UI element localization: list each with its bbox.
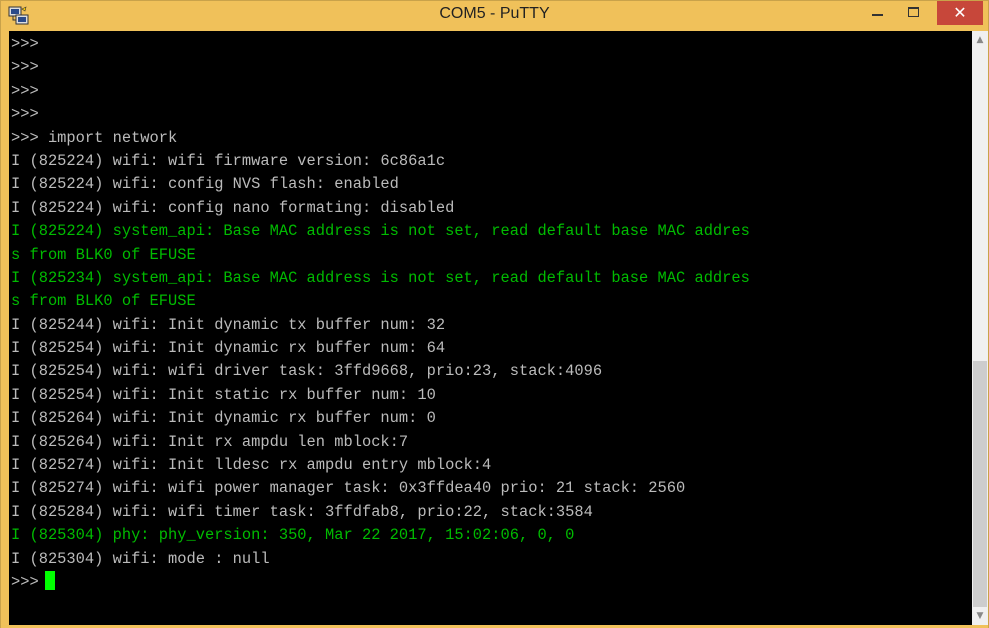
terminal-line: I (825284) wifi: wifi timer task: 3ffdfa…	[11, 502, 593, 521]
terminal-line: >>>	[11, 105, 39, 124]
terminal-line: I (825224) wifi: wifi firmware version: …	[11, 151, 446, 170]
putty-window: COM5 - PuTTY ✕ >>> >>> >>> >>> >>> import ne…	[0, 0, 989, 628]
terminal-prompt-line[interactable]: >>>	[11, 570, 750, 594]
close-icon: ✕	[953, 3, 967, 22]
putty-icon[interactable]	[8, 6, 30, 26]
terminal-lines: >>> >>> >>> >>> >>> import network I (825224)…	[11, 33, 750, 594]
minimize-button[interactable]	[863, 1, 893, 25]
terminal-line: I (825274) wifi: Init lldesc rx ampdu en…	[11, 456, 492, 475]
terminal-line: >>>	[11, 81, 39, 100]
terminal-line: I (825254) wifi: wifi driver task: 3ffd9…	[11, 362, 603, 381]
title-bar[interactable]: COM5 - PuTTY ✕	[1, 1, 988, 31]
maximize-button[interactable]	[897, 1, 933, 25]
terminal-line: I (825244) wifi: Init dynamic tx buffer …	[11, 315, 446, 334]
terminal-line: I (825304) wifi: mode : null	[11, 549, 270, 568]
terminal-line: >>>	[11, 58, 39, 77]
terminal-line: s from BLK0 of EFUSE	[11, 245, 196, 264]
prompt: >>>	[11, 572, 39, 591]
window-title: COM5 - PuTTY	[439, 5, 550, 22]
close-button[interactable]: ✕	[937, 1, 983, 25]
terminal-line: I (825254) wifi: Init static rx buffer n…	[11, 385, 436, 404]
text-cursor	[44, 570, 55, 590]
terminal-line: I (825254) wifi: Init dynamic rx buffer …	[11, 339, 446, 358]
terminal-output[interactable]: >>> >>> >>> >>> >>> import network I (825224)…	[9, 31, 972, 625]
window-border-left	[1, 31, 9, 627]
terminal-line: I (825264) wifi: Init dynamic rx buffer …	[11, 409, 436, 428]
vertical-scrollbar[interactable]: ▲ ▼	[972, 31, 988, 625]
scroll-up-icon[interactable]: ▲	[972, 31, 988, 49]
terminal-line: s from BLK0 of EFUSE	[11, 292, 196, 311]
terminal-line: I (825224) wifi: config nano formating: …	[11, 198, 455, 217]
minimize-icon	[872, 14, 883, 16]
scroll-down-icon[interactable]: ▼	[972, 607, 988, 625]
terminal-line: >>>	[11, 35, 39, 53]
maximize-icon	[908, 7, 919, 17]
terminal-line: I (825274) wifi: wifi power manager task…	[11, 479, 686, 498]
terminal-line: I (825304) phy: phy_version: 350, Mar 22…	[11, 526, 575, 545]
terminal-line: >>> import network	[11, 128, 178, 147]
scroll-thumb[interactable]	[973, 361, 987, 607]
terminal-line: I (825224) system_api: Base MAC address …	[11, 222, 750, 241]
terminal-line: I (825224) wifi: config NVS flash: enabl…	[11, 175, 399, 194]
terminal-line: I (825264) wifi: Init rx ampdu len mbloc…	[11, 432, 409, 451]
terminal-line: I (825234) system_api: Base MAC address …	[11, 268, 750, 287]
